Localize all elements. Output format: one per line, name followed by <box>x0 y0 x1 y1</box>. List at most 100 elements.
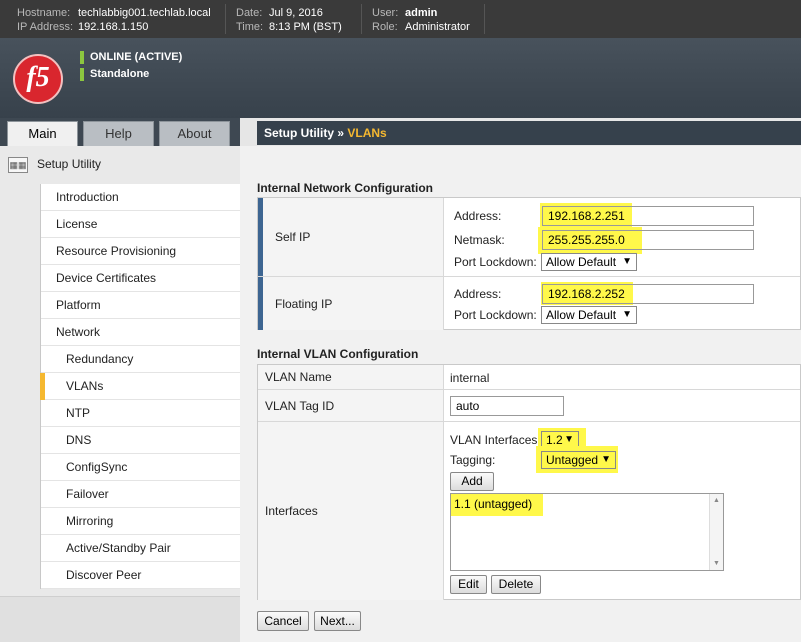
role-label: Role: <box>372 21 398 33</box>
self-ip-netmask-label: Netmask: <box>454 233 505 247</box>
date-label: Date: <box>236 7 263 19</box>
vlan-tag-input[interactable]: auto <box>450 396 564 416</box>
interface-list-item[interactable]: 1.1 (untagged) <box>454 497 532 511</box>
self-ip-address-input[interactable]: 192.168.2.251 <box>542 206 754 226</box>
user-info: User: admin Role: Administrator <box>372 6 470 34</box>
status-online: ONLINE (ACTIVE) <box>80 51 182 64</box>
date-info: Date: Jul 9, 2016 Time: 8:13 PM (BST) <box>236 6 342 34</box>
sidebar-item-mirroring[interactable]: Mirroring <box>41 508 240 535</box>
sidebar-nav: Introduction License Resource Provisioni… <box>40 184 240 589</box>
self-ip-port-lockdown-label: Port Lockdown: <box>454 255 537 269</box>
sidebar-item-vlans[interactable]: VLANs <box>40 373 240 400</box>
sidebar-footer <box>0 596 240 642</box>
sidebar-item-discover-peer[interactable]: Discover Peer <box>41 562 240 589</box>
breadcrumb-current: VLANs <box>347 126 387 140</box>
self-ip-label: Self IP <box>275 230 311 244</box>
floating-ip-address-input[interactable]: 192.168.2.252 <box>542 284 754 304</box>
setup-utility-icon: ▦▦ <box>8 157 28 173</box>
user-value: admin <box>405 7 438 19</box>
divider <box>484 4 485 34</box>
interfaces-listbox[interactable]: 1.1 (untagged) ▲ ▼ <box>450 493 724 571</box>
scroll-up-icon[interactable]: ▲ <box>710 497 723 504</box>
self-ip-netmask-input[interactable]: 255.255.255.0 <box>542 230 754 250</box>
tab-main[interactable]: Main <box>7 121 78 146</box>
divider <box>225 4 226 34</box>
sidebar-item-configsync[interactable]: ConfigSync <box>41 454 240 481</box>
cancel-button[interactable]: Cancel <box>257 611 309 631</box>
scroll-down-icon[interactable]: ▼ <box>710 560 723 567</box>
sidebar-item-failover[interactable]: Failover <box>41 481 240 508</box>
time-label: Time: <box>236 21 264 33</box>
sidebar-item-device-certificates[interactable]: Device Certificates <box>41 265 240 292</box>
sidebar-item-license[interactable]: License <box>41 211 240 238</box>
breadcrumb-separator: » <box>337 126 345 140</box>
self-ip-label-cell: Self IP <box>258 198 444 276</box>
floating-ip-address-label: Address: <box>454 287 502 301</box>
edit-interface-button[interactable]: Edit <box>450 575 487 594</box>
tab-help[interactable]: Help <box>83 121 154 146</box>
sidebar-item-resource-provisioning[interactable]: Resource Provisioning <box>41 238 240 265</box>
sidebar-header: ▦▦ Setup Utility <box>8 157 101 173</box>
floating-ip-port-lockdown-select[interactable]: Allow Default ▼ <box>541 306 637 324</box>
tab-strip: Main Help About <box>0 118 240 146</box>
divider <box>361 4 362 34</box>
internal-vlan-title: Internal VLAN Configuration <box>257 347 419 361</box>
vlan-interfaces-label: VLAN Interfaces <box>450 433 538 447</box>
floating-ip-label-cell: Floating IP <box>258 277 444 330</box>
interfaces-row: Interfaces VLAN Interfaces 1.2 ▼ Tagging:… <box>258 422 800 600</box>
sidebar-title: Setup Utility <box>37 157 102 172</box>
sidebar-item-network[interactable]: Network <box>41 319 240 346</box>
vlan-name-row: VLAN Name internal <box>258 365 800 390</box>
chevron-down-icon: ▼ <box>622 309 632 320</box>
breadcrumb: Setup Utility » VLANs <box>257 121 801 145</box>
floating-ip-row: Floating IP Address: 192.168.2.252 Port … <box>258 277 800 330</box>
sidebar-item-ntp[interactable]: NTP <box>41 400 240 427</box>
vlan-interfaces-value: 1.2 <box>546 433 563 447</box>
floating-ip-label: Floating IP <box>275 296 333 311</box>
add-interface-button[interactable]: Add <box>450 472 494 491</box>
self-ip-row: Self IP Address: 192.168.2.251 Netmask: … <box>258 198 800 277</box>
banner: f5 ONLINE (ACTIVE) Standalone <box>0 38 801 118</box>
tab-about[interactable]: About <box>159 121 230 146</box>
self-ip-port-lockdown-select[interactable]: Allow Default ▼ <box>541 253 637 271</box>
status-standalone: Standalone <box>80 68 149 81</box>
listbox-scrollbar[interactable]: ▲ ▼ <box>709 494 723 570</box>
vlan-tag-label: VLAN Tag ID <box>265 398 335 413</box>
vlan-tag-label-cell: VLAN Tag ID <box>258 390 444 421</box>
hostname-value: techlabbig001.techlab.local <box>78 7 211 19</box>
sidebar-item-platform[interactable]: Platform <box>41 292 240 319</box>
tagging-label: Tagging: <box>450 453 496 467</box>
self-ip-port-lockdown-value: Allow Default <box>546 255 617 269</box>
ip-value: 192.168.1.150 <box>78 21 149 33</box>
date-value: Jul 9, 2016 <box>269 7 323 19</box>
vlan-name-label: VLAN Name <box>265 370 332 384</box>
role-value: Administrator <box>405 21 470 33</box>
self-ip-address-label: Address: <box>454 209 502 223</box>
interfaces-label-cell: Interfaces <box>258 422 444 600</box>
user-label: User: <box>372 7 399 19</box>
tagging-select[interactable]: Untagged ▼ <box>541 451 616 469</box>
floating-ip-port-lockdown-value: Allow Default <box>546 308 617 322</box>
hostname-label: Hostname: <box>17 7 71 19</box>
sidebar: ▦▦ Setup Utility Introduction License Res… <box>0 146 240 642</box>
internal-vlan-table: VLAN Name internal VLAN Tag ID auto Inte… <box>257 364 801 600</box>
chevron-down-icon: ▼ <box>601 454 611 465</box>
sidebar-item-redundancy[interactable]: Redundancy <box>41 346 240 373</box>
breadcrumb-root[interactable]: Setup Utility <box>264 126 334 140</box>
top-bar: Hostname: techlabbig001.techlab.local IP … <box>0 0 801 38</box>
internal-network-title: Internal Network Configuration <box>257 181 434 195</box>
sidebar-item-dns[interactable]: DNS <box>41 427 240 454</box>
internal-network-table: Self IP Address: 192.168.2.251 Netmask: … <box>257 197 801 330</box>
delete-interface-button[interactable]: Delete <box>491 575 541 594</box>
sidebar-item-active-standby-pair[interactable]: Active/Standby Pair <box>41 535 240 562</box>
sidebar-item-introduction[interactable]: Introduction <box>41 184 240 211</box>
ip-label: IP Address: <box>17 21 74 33</box>
floating-ip-port-lockdown-label: Port Lockdown: <box>454 308 537 322</box>
host-info: Hostname: techlabbig001.techlab.local IP … <box>17 6 211 34</box>
vlan-tag-row: VLAN Tag ID auto <box>258 390 800 422</box>
chevron-down-icon: ▼ <box>622 256 632 267</box>
f5-logo[interactable]: f5 <box>13 54 63 104</box>
tagging-value: Untagged <box>546 453 599 467</box>
next-button[interactable]: Next... <box>314 611 361 631</box>
vlan-name-label-cell: VLAN Name <box>258 365 444 389</box>
